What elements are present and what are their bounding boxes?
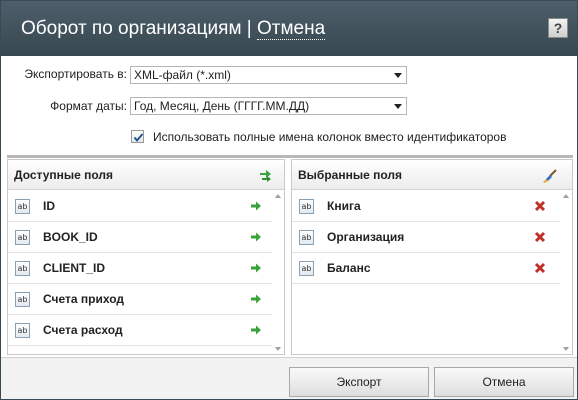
chevron-down-icon — [394, 104, 402, 109]
list-item[interactable]: ab Счета приход — [8, 284, 272, 315]
field-label: Книга — [327, 199, 361, 213]
field-label: Счета расход — [43, 323, 123, 337]
field-type-icon: ab — [299, 261, 314, 276]
export-dialog: Оборот по организациям | Отмена ? Экспор… — [0, 0, 578, 400]
export-format-select[interactable]: XML-файл (*.xml) — [130, 66, 407, 84]
list-item[interactable]: ab CLIENT_ID — [8, 253, 272, 284]
list-item[interactable]: ab Баланс — [292, 253, 560, 284]
date-format-value: Год, Месяц, День (ГГГГ.ММ.ДД) — [134, 99, 310, 113]
section-divider — [7, 155, 573, 158]
remove-icon[interactable] — [534, 262, 546, 274]
dialog-title: Оборот по организациям | Отмена — [21, 18, 326, 40]
selected-fields-panel: Выбранные поля ab Книга ab Организация a… — [291, 159, 573, 355]
remove-icon[interactable] — [534, 231, 546, 243]
dialog-title-text: Оборот по организациям — [21, 18, 242, 39]
scroll-up-icon[interactable] — [563, 194, 569, 198]
field-type-icon: ab — [15, 261, 30, 276]
arrow-right-icon[interactable] — [250, 293, 262, 305]
selected-fields-header: Выбранные поля — [292, 160, 572, 190]
field-label: BOOK_ID — [43, 230, 98, 244]
date-format-select[interactable]: Год, Месяц, День (ГГГГ.ММ.ДД) — [130, 97, 407, 115]
field-label: ID — [43, 199, 55, 213]
field-label: Баланс — [327, 261, 371, 275]
field-type-icon: ab — [299, 199, 314, 214]
date-format-label: Формат даты: — [50, 99, 127, 113]
cancel-button[interactable]: Отмена — [434, 367, 574, 397]
title-bar: Оборот по организациям | Отмена ? — [1, 1, 577, 56]
available-fields-title: Доступные поля — [14, 168, 114, 182]
field-type-icon: ab — [299, 230, 314, 245]
available-fields-panel: Доступные поля ab ID ab BOOK_ID ab CLIEN… — [7, 159, 285, 355]
field-label: Организация — [327, 230, 405, 244]
checkmark-icon — [133, 133, 144, 142]
broom-icon[interactable] — [542, 168, 558, 184]
available-fields-header: Доступные поля — [8, 160, 284, 190]
field-label: Счета приход — [43, 292, 124, 306]
arrow-right-icon[interactable] — [250, 324, 262, 336]
arrow-right-icon[interactable] — [250, 262, 262, 274]
use-full-names-checkbox[interactable] — [131, 130, 144, 143]
field-label: CLIENT_ID — [43, 261, 106, 275]
field-type-icon: ab — [15, 323, 30, 338]
title-cancel-link[interactable]: Отмена — [257, 18, 326, 40]
chevron-down-icon — [394, 73, 402, 78]
export-format-label: Экспортировать в: — [24, 67, 127, 81]
available-scrollbar[interactable] — [272, 191, 284, 354]
field-type-icon: ab — [15, 230, 30, 245]
list-item[interactable]: ab Книга — [292, 191, 560, 222]
title-separator: | — [241, 18, 258, 39]
field-type-icon: ab — [15, 292, 30, 307]
selected-scrollbar[interactable] — [560, 191, 572, 354]
scroll-up-icon[interactable] — [275, 194, 281, 198]
field-type-icon: ab — [15, 199, 30, 214]
scroll-down-icon[interactable] — [563, 347, 569, 351]
scroll-down-icon[interactable] — [275, 347, 281, 351]
help-button[interactable]: ? — [548, 18, 568, 38]
list-item[interactable]: ab Счета расход — [8, 315, 272, 346]
list-item[interactable]: ab BOOK_ID — [8, 222, 272, 253]
selected-fields-title: Выбранные поля — [298, 168, 402, 182]
list-item[interactable]: ab ID — [8, 191, 272, 222]
export-button[interactable]: Экспорт — [289, 367, 429, 397]
add-all-icon[interactable] — [258, 168, 274, 184]
remove-icon[interactable] — [534, 200, 546, 212]
use-full-names-label: Использовать полные имена колонок вместо… — [153, 130, 507, 144]
arrow-right-icon[interactable] — [250, 231, 262, 243]
export-format-value: XML-файл (*.xml) — [134, 68, 231, 82]
list-item[interactable]: ab Организация — [292, 222, 560, 253]
arrow-right-icon[interactable] — [250, 200, 262, 212]
